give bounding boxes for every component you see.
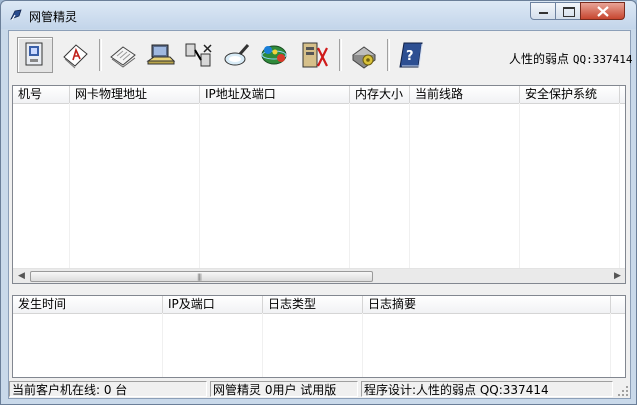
search-button[interactable] [219, 37, 255, 73]
globe-icon [261, 45, 287, 65]
svg-text:?: ? [406, 49, 414, 64]
minimize-button[interactable] [530, 2, 556, 20]
scroll-left-icon[interactable]: ◀ [18, 271, 25, 281]
client-area: ? 人性的弱点 QQ:337414 机号 网卡物理地址 IP地址及端口 内存大小… [8, 30, 632, 399]
author-name: 人性的弱点 [509, 52, 570, 66]
window-title: 网管精灵 [29, 10, 78, 24]
remove-client-button[interactable] [296, 37, 332, 73]
network-icon [185, 43, 212, 67]
status-designer-text: 程序设计:人性的弱点 QQ:337414 [364, 383, 549, 397]
network-button[interactable] [181, 37, 217, 73]
column-header-machine-no[interactable]: 机号 [13, 86, 70, 103]
log-list-header: 发生时间 IP及端口 日志类型 日志摘要 [13, 296, 625, 314]
delete-computer-icon [302, 42, 328, 68]
magnifier-icon [224, 44, 250, 66]
internet-button[interactable] [257, 37, 293, 73]
minimize-icon [539, 12, 548, 14]
settings-button[interactable] [346, 37, 382, 73]
monitor-button[interactable] [17, 37, 53, 73]
laptop-icon [146, 44, 176, 65]
column-header-current-line[interactable]: 当前线路 [410, 86, 520, 103]
horizontal-scrollbar[interactable]: ◀ ||| ▶ [13, 268, 625, 283]
status-online-text: 当前客户机在线: 0 台 [12, 383, 128, 397]
client-list-header: 机号 网卡物理地址 IP地址及端口 内存大小 当前线路 安全保护系统 当 [13, 86, 625, 104]
column-header-ip-port[interactable]: IP地址及端口 [200, 86, 350, 103]
author-credit: 人性的弱点 QQ:337414 [509, 50, 632, 67]
toolbar: ? 人性的弱点 QQ:337414 [9, 31, 632, 83]
main-window: 网管精灵 ? 人性的弱点 QQ:337414 机号 网卡物理地址 IP地址及端口… [0, 0, 637, 405]
status-version: 网管精灵 0用户 试用版 [210, 381, 358, 397]
papers-icon [110, 46, 136, 68]
status-version-text: 网管精灵 0用户 试用版 [213, 383, 337, 397]
maximize-icon [563, 7, 575, 17]
maximize-button[interactable] [555, 2, 581, 20]
column-header-overflow[interactable]: 当 [620, 86, 625, 103]
column-header-protection[interactable]: 安全保护系统 [520, 86, 620, 103]
document-a-icon [63, 44, 88, 69]
column-header-summary[interactable]: 日志摘要 [363, 296, 611, 313]
column-header-log-type[interactable]: 日志类型 [263, 296, 363, 313]
status-online: 当前客户机在线: 0 台 [9, 381, 207, 397]
close-icon [597, 6, 609, 17]
title-bar[interactable]: 网管精灵 [1, 1, 636, 29]
report-button[interactable] [57, 37, 93, 73]
column-header-ip[interactable]: IP及端口 [163, 296, 263, 313]
resize-grip-icon[interactable] [617, 385, 629, 397]
column-header-time[interactable]: 发生时间 [13, 296, 163, 313]
author-qq: QQ:337414 [572, 53, 633, 66]
client-button[interactable] [143, 37, 179, 73]
scrollbar-thumb[interactable]: ||| [30, 271, 373, 282]
log-list[interactable]: 发生时间 IP及端口 日志类型 日志摘要 [12, 295, 626, 378]
messages-button[interactable] [105, 37, 141, 73]
client-list[interactable]: 机号 网卡物理地址 IP地址及端口 内存大小 当前线路 安全保护系统 当 ◀ |… [12, 85, 626, 284]
close-button[interactable] [580, 2, 625, 20]
app-icon [10, 9, 22, 21]
help-button[interactable]: ? [393, 37, 429, 73]
column-header-memory[interactable]: 内存大小 [350, 86, 410, 103]
monitor-icon [25, 42, 43, 66]
status-bar: 当前客户机在线: 0 台 网管精灵 0用户 试用版 程序设计:人性的弱点 QQ:… [9, 380, 630, 398]
scroll-right-icon[interactable]: ▶ [614, 271, 621, 281]
status-designer: 程序设计:人性的弱点 QQ:337414 [361, 381, 613, 397]
column-header-mac[interactable]: 网卡物理地址 [70, 86, 200, 103]
help-book-icon: ? [399, 42, 423, 68]
settings-icon [352, 46, 376, 69]
